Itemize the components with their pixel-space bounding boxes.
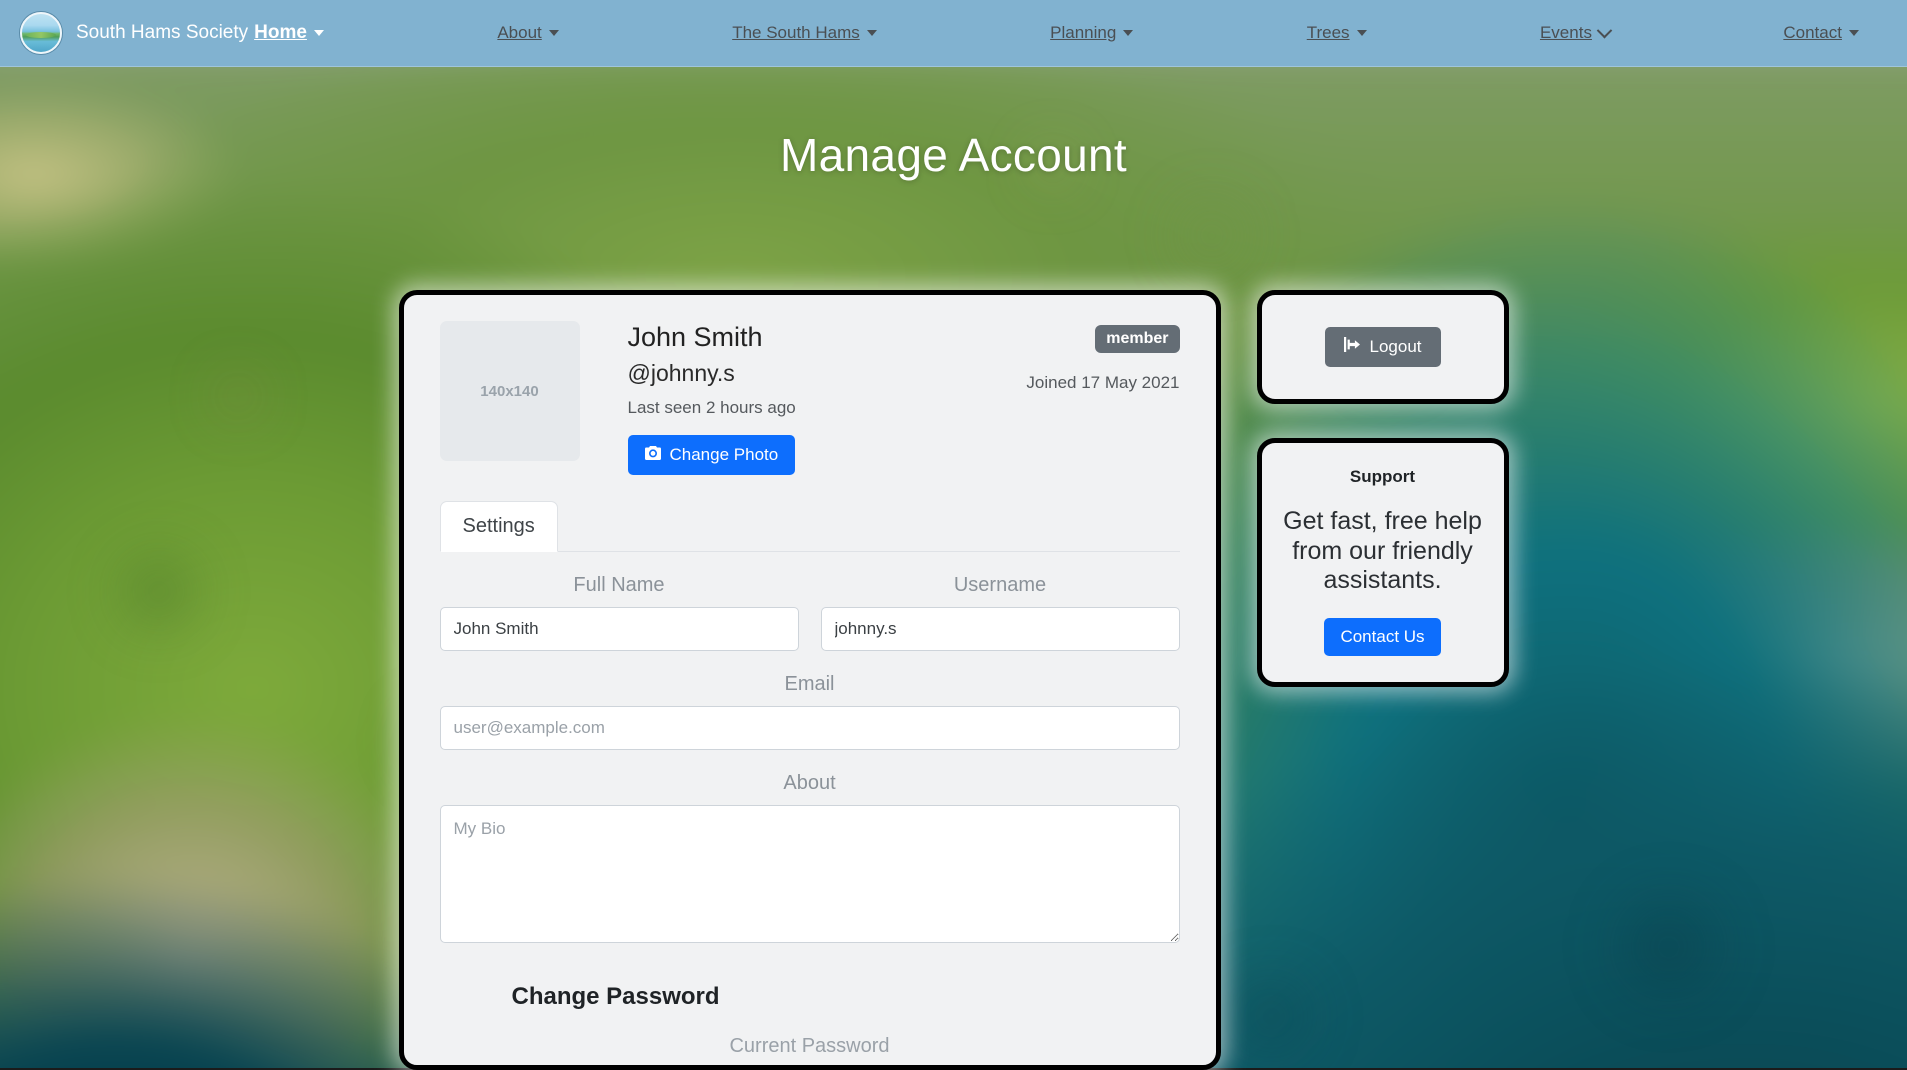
about-textarea[interactable]	[440, 805, 1180, 943]
nav-item-label: Events	[1540, 23, 1592, 43]
full-name-label: Full Name	[440, 574, 799, 597]
change-photo-button[interactable]: Change Photo	[628, 435, 796, 475]
nav-item-label: Contact	[1783, 23, 1842, 43]
caret-down-icon	[1357, 30, 1367, 36]
logout-button[interactable]: Logout	[1325, 327, 1441, 367]
page-title: Manage Account	[0, 128, 1907, 182]
nav-item-the-south-hams[interactable]: The South Hams	[732, 23, 877, 43]
caret-down-icon	[314, 30, 324, 36]
main-navbar: South Hams Society Home About The South …	[0, 0, 1907, 67]
nav-item-label: About	[497, 23, 541, 43]
field-group-username: Username	[821, 574, 1180, 651]
avatar[interactable]: 140x140	[440, 321, 580, 461]
content-area: 140x140 John Smith @johnny.s Last seen 2…	[0, 290, 1907, 1068]
nav-item-label: Trees	[1307, 23, 1350, 43]
nav-item-label: The South Hams	[732, 23, 860, 43]
chevron-down-icon	[1597, 22, 1613, 38]
change-photo-label: Change Photo	[670, 445, 779, 465]
support-title: Support	[1282, 467, 1484, 487]
nav-item-label: Home	[254, 22, 307, 44]
full-name-input[interactable]	[440, 607, 799, 651]
nav-item-contact[interactable]: Contact	[1783, 23, 1859, 43]
nav-item-label: Planning	[1050, 23, 1116, 43]
email-input[interactable]	[440, 706, 1180, 750]
about-label: About	[440, 772, 1180, 795]
brand-name: South Hams Society	[76, 22, 248, 44]
nav-item-trees[interactable]: Trees	[1307, 23, 1367, 43]
contact-us-button[interactable]: Contact Us	[1324, 618, 1440, 656]
field-group-email: Email	[440, 673, 1180, 750]
society-crest-logo-icon	[20, 12, 62, 54]
profile-handle: @johnny.s	[628, 360, 1027, 387]
username-label: Username	[821, 574, 1180, 597]
profile-header: 140x140 John Smith @johnny.s Last seen 2…	[440, 321, 1180, 475]
profile-info: John Smith @johnny.s Last seen 2 hours a…	[628, 321, 1027, 475]
brand[interactable]: South Hams Society	[0, 12, 248, 54]
profile-meta: member Joined 17 May 2021	[1026, 321, 1179, 393]
profile-settings-card: 140x140 John Smith @johnny.s Last seen 2…	[399, 290, 1221, 1070]
settings-form: Full Name Username Email About	[440, 552, 1180, 1058]
email-label: Email	[440, 673, 1180, 696]
caret-down-icon	[867, 30, 877, 36]
support-card: Support Get fast, free help from our fri…	[1257, 438, 1509, 687]
caret-down-icon	[1849, 30, 1859, 36]
right-column: Logout Support Get fast, free help from …	[1257, 290, 1509, 1068]
change-password-heading: Change Password	[512, 983, 1180, 1011]
nav-item-events[interactable]: Events	[1540, 23, 1610, 43]
logout-label: Logout	[1370, 337, 1422, 357]
profile-name: John Smith	[628, 321, 1027, 354]
tab-list: Settings	[440, 501, 1180, 552]
tab-settings[interactable]: Settings	[440, 501, 558, 552]
left-column: 140x140 John Smith @johnny.s Last seen 2…	[399, 290, 1221, 1068]
sign-out-icon	[1344, 337, 1361, 357]
current-password-label: Current Password	[440, 1035, 1180, 1058]
joined-date: Joined 17 May 2021	[1026, 373, 1179, 393]
caret-down-icon	[1123, 30, 1133, 36]
caret-down-icon	[549, 30, 559, 36]
nav-links: Home About The South Hams Planning Trees…	[254, 22, 1907, 44]
nav-item-about[interactable]: About	[497, 23, 558, 43]
logout-card: Logout	[1257, 290, 1509, 404]
nav-item-home[interactable]: Home	[254, 22, 324, 44]
status-badge: member	[1095, 325, 1179, 353]
field-group-full-name: Full Name	[440, 574, 799, 651]
profile-last-seen: Last seen 2 hours ago	[628, 398, 1027, 418]
nav-item-planning[interactable]: Planning	[1050, 23, 1133, 43]
form-row-name-username: Full Name Username	[440, 574, 1180, 651]
field-group-about: About	[440, 772, 1180, 943]
camera-icon	[645, 445, 661, 465]
support-text: Get fast, free help from our friendly as…	[1282, 507, 1484, 596]
username-input[interactable]	[821, 607, 1180, 651]
